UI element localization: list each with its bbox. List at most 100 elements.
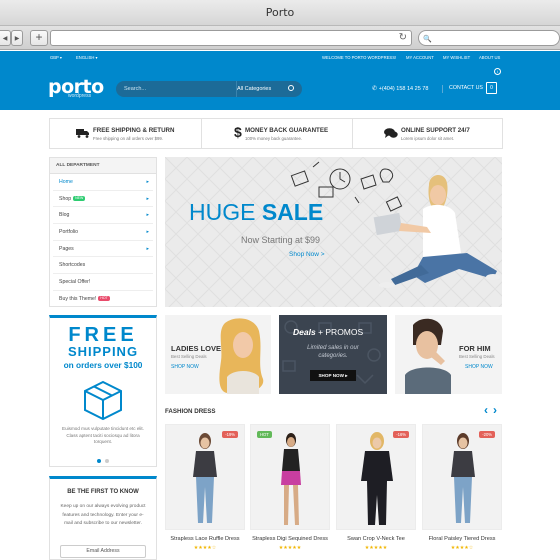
cart-icon[interactable]: 0: [486, 82, 497, 94]
menu-item-shop[interactable]: Shop NEW ▸: [53, 191, 153, 208]
arrow-right-icon: ▸: [146, 212, 149, 219]
hero-shop-link[interactable]: Shop Now >: [289, 251, 325, 258]
cart-count: 0: [490, 85, 493, 91]
phone-number: ✆ +(404) 158 14 25 78: [372, 86, 429, 92]
product-search: Search... All Categories: [116, 81, 302, 97]
promo-shop-link[interactable]: SHOP NOW: [171, 364, 199, 370]
product-name[interactable]: Strapless Digi Sequined Dress: [250, 536, 330, 542]
product-card[interactable]: -19% Strapless Lace Ruffle Dress ★★★★☆: [165, 424, 245, 560]
feature-title: ONLINE SUPPORT 24/7: [401, 127, 470, 134]
menu-item-portfolio[interactable]: Portfolio ▸: [53, 224, 153, 241]
promo-subtitle: Best Selling Deals: [459, 354, 495, 359]
promo-him[interactable]: FOR HIM Best Selling Deals SHOP NOW: [395, 315, 502, 394]
discount-badge: -19%: [222, 431, 238, 438]
product-name[interactable]: Strapless Lace Ruffle Dress: [165, 536, 245, 542]
promo-him-image: [405, 318, 451, 394]
promo-subtitle: Best Selling Deals: [171, 354, 207, 359]
department-menu: ALL DEPARTMENT Home ▸ Shop NEW ▸ Blog ▸ Port…: [49, 157, 157, 307]
chat-icon: [384, 128, 398, 138]
hero-banner[interactable]: HUGE SALE Now Starting at $99 Shop Now >: [165, 157, 502, 307]
promo-ladies[interactable]: LADIES LOVE Best Selling Deals SHOP NOW: [165, 315, 271, 394]
model-image: [451, 433, 475, 523]
product-image[interactable]: -16%: [336, 424, 416, 530]
promo-deals-subtitle: Limited sales in our categories.: [307, 345, 359, 359]
arrow-right-icon: ▸: [146, 179, 149, 185]
contact-us-link[interactable]: CONTACT US: [449, 85, 483, 91]
promo-deals[interactable]: Deals + PROMOS Limited sales in our cate…: [279, 315, 387, 394]
feature-support: ONLINE SUPPORT 24/7 Lorem ipsum dolor si…: [352, 119, 503, 148]
feature-title: FREE SHIPPING & RETURN: [93, 127, 175, 134]
carousel-dot[interactable]: [105, 459, 109, 463]
prev-arrow-icon[interactable]: ‹: [484, 403, 488, 417]
my-wishlist-link[interactable]: MY WISHLIST: [443, 55, 470, 60]
info-icon[interactable]: i: [494, 68, 501, 75]
shipping-subheading: on orders over $100: [63, 360, 143, 370]
language-switcher[interactable]: ENGLISH ▾: [76, 55, 98, 60]
hero-model-image: [373, 174, 500, 288]
hero-price-text: Now Starting at $99: [241, 235, 321, 245]
arrow-right-icon: ▸: [146, 195, 149, 202]
truck-icon: [76, 129, 89, 138]
promo-title: LADIES LOVE: [171, 344, 222, 353]
product-card[interactable]: -16% Swan Crop V-Neck Tee ★★★★★: [336, 424, 416, 560]
reload-icon[interactable]: ↻: [399, 31, 407, 45]
hero-headline: HUGE SALE: [189, 199, 324, 225]
product-rating: ★★★★☆: [450, 546, 474, 551]
next-arrow-icon[interactable]: ›: [493, 403, 497, 417]
carousel-dot-active[interactable]: [97, 459, 101, 463]
promo-deals-title: Deals + PROMOS: [293, 327, 364, 337]
forward-icon: ▶: [14, 36, 20, 42]
about-us-link[interactable]: ABOUT US: [479, 55, 500, 60]
menu-item-blog[interactable]: Blog ▸: [53, 207, 153, 225]
promo-shop-link[interactable]: SHOP NOW: [465, 364, 493, 370]
new-badge: NEW: [73, 195, 86, 201]
newsletter-text: Keep up on our always evolving product f…: [60, 504, 146, 527]
product-rating: ★★★★☆: [193, 546, 217, 551]
product-card[interactable]: HOT Strapless Digi Sequined Dress ★★★★★: [250, 424, 330, 560]
free-shipping-text: Euismod mus vulputate tincidunt etc elit…: [62, 426, 144, 444]
dollar-icon: $: [234, 124, 242, 140]
model-image: [193, 433, 217, 523]
search-submit-icon[interactable]: [288, 85, 294, 91]
forward-button[interactable]: ▶: [11, 30, 23, 46]
category-select[interactable]: All Categories: [237, 81, 271, 97]
product-name[interactable]: Floral Paisley Tiered Dress: [422, 536, 502, 542]
email-field[interactable]: Email Address: [60, 545, 146, 558]
search-icon: 🔍: [423, 36, 432, 43]
browser-toolbar: ◀ ▶ + ↻ 🔍: [0, 26, 560, 50]
search-input[interactable]: Search...: [124, 81, 146, 97]
plus-icon: +: [35, 30, 43, 44]
welcome-text: WELCOME TO PORTO WORDPRESS!: [322, 55, 397, 60]
site-topbar: GBP ▾ ENGLISH ▾ WELCOME TO PORTO WORDPRE…: [0, 51, 560, 64]
back-icon: ◀: [2, 36, 8, 42]
address-bar[interactable]: ↻: [50, 30, 412, 46]
product-card[interactable]: -20% Floral Paisley Tiered Dress ★★★★☆: [422, 424, 502, 560]
menu-item-pages[interactable]: Pages ▸: [53, 241, 153, 258]
hot-badge: HOT: [257, 431, 272, 438]
my-account-link[interactable]: MY ACCOUNT: [406, 55, 434, 60]
department-heading: ALL DEPARTMENT: [50, 158, 156, 174]
currency-switcher[interactable]: GBP ▾: [50, 55, 62, 60]
model-image: [281, 433, 301, 525]
feature-money-back: $ MONEY BACK GUARANTEE 100% money back g…: [201, 119, 352, 148]
product-image[interactable]: HOT: [250, 424, 330, 530]
hot-badge: HOT: [98, 295, 110, 301]
product-name[interactable]: Swan Crop V-Neck Tee: [336, 536, 416, 542]
discount-badge: -16%: [393, 431, 409, 438]
product-image[interactable]: -20%: [422, 424, 502, 530]
discount-badge: -20%: [479, 431, 495, 438]
promo-deals-button[interactable]: SHOP NOW ▸: [310, 370, 356, 381]
newsletter-box: BE THE FIRST TO KNOW Keep up on our alwa…: [49, 476, 157, 560]
arrow-right-icon: ▸: [146, 245, 149, 252]
browser-search-field[interactable]: 🔍: [418, 30, 560, 46]
menu-item-shortcodes[interactable]: Shortcodes: [53, 257, 153, 275]
menu-item-special-offer[interactable]: Special Offer!: [53, 274, 153, 291]
menu-item-home[interactable]: Home ▸: [53, 174, 153, 191]
newsletter-heading: BE THE FIRST TO KNOW: [67, 489, 139, 495]
menu-item-buy-theme[interactable]: Buy this Theme! HOT: [53, 291, 153, 308]
product-image[interactable]: -19%: [165, 424, 245, 530]
new-tab-button[interactable]: +: [30, 30, 48, 46]
feature-subtitle: 100% money back guarantee.: [245, 136, 303, 141]
browser-titlebar: Porto: [0, 0, 560, 26]
back-button[interactable]: ◀: [0, 30, 11, 46]
